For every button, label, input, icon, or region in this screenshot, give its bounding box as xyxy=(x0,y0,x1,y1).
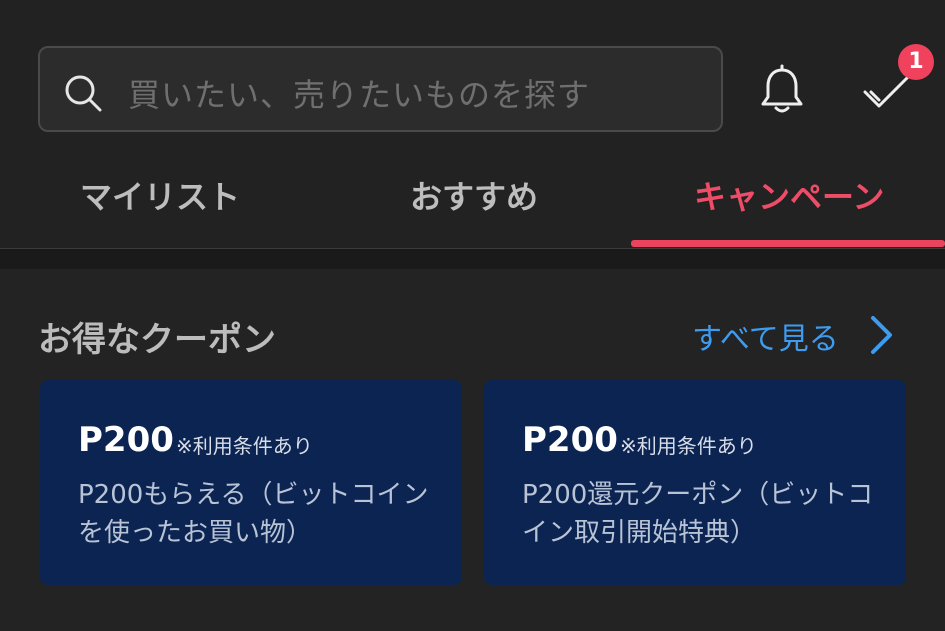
coupon-card[interactable]: P200 ※利用条件あり P200もらえる（ビットコインを使ったお買い物） xyxy=(40,380,462,585)
notification-bell-icon[interactable] xyxy=(756,64,808,116)
section-separator xyxy=(0,249,945,269)
tab-mylist[interactable]: マイリスト xyxy=(80,172,240,218)
tab-recommended[interactable]: おすすめ xyxy=(410,172,538,218)
todo-count-badge: 1 xyxy=(898,44,934,80)
coupon-amount: P200 xyxy=(78,420,174,460)
active-tab-indicator xyxy=(631,240,945,247)
coupon-description: P200もらえる（ビットコインを使ったお買い物） xyxy=(78,480,429,548)
chevron-right-icon[interactable] xyxy=(866,314,896,356)
search-field[interactable]: 買いたい、売りたいものを探す xyxy=(38,46,723,132)
coupon-card[interactable]: P200 ※利用条件あり P200還元クーポン（ビットコイン取引開始特典） xyxy=(484,380,906,585)
coupon-condition: ※利用条件あり xyxy=(176,434,313,458)
tab-campaign[interactable]: キャンペーン xyxy=(694,172,884,218)
search-icon xyxy=(65,75,102,112)
section-title: お得なクーポン xyxy=(38,320,276,360)
coupon-condition: ※利用条件あり xyxy=(620,434,757,458)
search-placeholder: 買いたい、売りたいものを探す xyxy=(128,76,591,114)
coupon-description: P200還元クーポン（ビットコイン取引開始特典） xyxy=(522,480,874,548)
see-all-link[interactable]: すべて見る xyxy=(692,314,839,358)
coupon-amount: P200 xyxy=(522,420,618,460)
